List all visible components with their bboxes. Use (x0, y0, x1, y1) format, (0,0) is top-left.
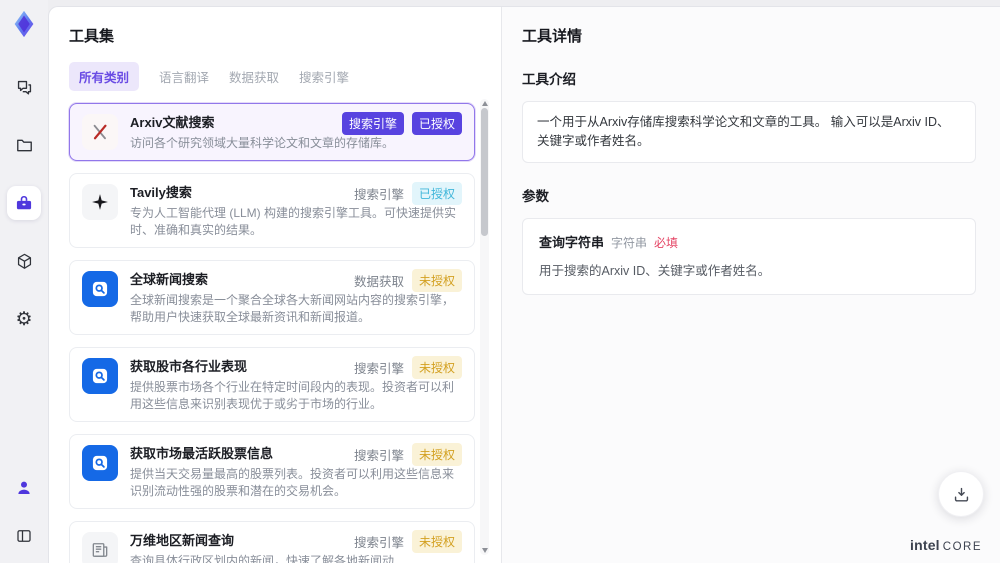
arxiv-icon (82, 114, 118, 150)
tool-name: 获取市场最活跃股票信息 (130, 446, 274, 462)
param-type: 字符串 (611, 235, 648, 250)
settings-icon[interactable]: ⚙ (7, 302, 41, 336)
blue-search-icon (82, 358, 118, 395)
tool-description: 全球新闻搜索是一个聚合全球各大新闻网站内容的搜索引擎，帮助用户快速获取全球最新资… (130, 293, 455, 325)
tool-list-panel: 工具集 所有类别 语言翻译 数据获取 搜索引擎 Arxiv文献搜索 搜索引擎 已授权 访问各… (49, 7, 501, 563)
tool-description: 提供当天交易量最高的股票列表。投资者可以利用这些信息来识别流动性强的股票和潜在的… (130, 467, 455, 499)
category-label: 搜索引擎 (353, 536, 404, 551)
status-badge: 未授权 (411, 269, 462, 293)
user-avatar-icon[interactable] (7, 471, 41, 505)
tool-list: Arxiv文献搜索 搜索引擎 已授权 访问各个研究领域大量科学论文和文章的存储库。 Ta… (69, 103, 475, 563)
blue-search-icon (82, 271, 118, 308)
category-tab[interactable]: 所有类别 (69, 62, 140, 91)
tool-name: Tavily搜索 (130, 185, 192, 201)
tool-badges: 搜索引擎 已授权 (353, 182, 462, 206)
params-heading: 参数 (522, 188, 549, 204)
brand-core-text: core (942, 541, 982, 553)
tool-card[interactable]: Tavily搜索 搜索引擎 已授权 专为人工智能代理 (LLM) 构建的搜索引擎工具。… (69, 173, 475, 249)
param-required-label: 必填 (654, 235, 679, 250)
tool-name: 获取股市各行业表现 (130, 359, 248, 375)
status-badge: 未授权 (411, 443, 462, 467)
tool-name: Arxiv文献搜索 (130, 115, 215, 130)
tool-badges: 搜索引擎 未授权 (353, 356, 462, 380)
app-window: ⚙ 工具集 所有类别 语言翻译 数据获取 搜索引擎 Arxiv文献搜索 搜索引擎 已授权访… (0, 0, 1000, 563)
param-name: 查询字符串 (539, 234, 605, 250)
intro-heading: 工具介绍 (522, 72, 576, 87)
tool-card[interactable]: 获取股市各行业表现 搜索引擎 未授权 提供股票市场各个行业在特定时间段内的表现。投资者… (69, 347, 475, 423)
category-badge: 搜索引擎 (341, 112, 404, 135)
tool-description: 提供股票市场各个行业在特定时间段内的表现。投资者可以利用这些信息来识别表现优于或… (130, 380, 455, 412)
panel-toggle-icon[interactable] (7, 519, 41, 553)
app-logo-icon (8, 8, 40, 40)
main-content: 工具集 所有类别 语言翻译 数据获取 搜索引擎 Arxiv文献搜索 搜索引擎 已授权 访问各… (48, 6, 1000, 563)
status-badge: 已授权 (411, 182, 462, 206)
scrollbar[interactable] (480, 99, 489, 555)
tavily-icon (82, 184, 118, 221)
category-label: 搜索引擎 (353, 188, 404, 203)
tool-detail-panel: 工具详情 工具介绍 一个用于从Arxiv存储库搜索科学论文和文章的工具。 输入可… (501, 7, 1000, 563)
page-title: 工具集 (69, 28, 115, 45)
toolbox-icon[interactable] (7, 186, 41, 220)
blue-search-icon (82, 445, 118, 482)
tool-badges: 搜索引擎 未授权 (353, 530, 462, 554)
tool-card[interactable]: 万维地区新闻查询 搜索引擎 未授权 查询具体行政区划内的新闻，快速了解各地新闻动 (69, 521, 475, 563)
category-tabs: 所有类别 语言翻译 数据获取 搜索引擎 (69, 62, 475, 91)
newspaper-icon (82, 532, 118, 563)
category-tab[interactable]: 语言翻译 (159, 62, 209, 91)
intel-core-logo: intel core (910, 537, 982, 553)
tool-description: 专为人工智能代理 (LLM) 构建的搜索引擎工具。可快速提供实时、准确和真实的结… (130, 206, 457, 238)
scrollbar-thumb[interactable] (481, 108, 488, 236)
folder-icon[interactable] (7, 128, 41, 162)
category-label: 搜索引擎 (353, 449, 404, 464)
scroll-down-icon[interactable] (481, 548, 488, 553)
tool-intro-text: 一个用于从Arxiv存储库搜索科学论文和文章的工具。 输入可以是Arxiv ID… (522, 101, 976, 163)
chat-icon[interactable] (7, 70, 41, 104)
category-tab[interactable]: 搜索引擎 (299, 62, 349, 91)
sidebar-nav: ⚙ (7, 70, 41, 336)
param-card: 查询字符串 字符串 必填用于搜索的Arxiv ID、关键字或作者姓名。 (522, 217, 976, 295)
category-label: 数据获取 (353, 275, 404, 290)
tool-name: 全球新闻搜索 (130, 272, 209, 288)
cube-icon[interactable] (7, 244, 41, 278)
tool-badges: 数据获取 未授权 (353, 269, 462, 293)
sidebar-bottom (7, 471, 41, 553)
tool-badges: 搜索引擎 未授权 (353, 443, 462, 467)
detail-title: 工具详情 (522, 28, 583, 45)
category-tab[interactable]: 数据获取 (229, 62, 279, 91)
param-description: 用于搜索的Arxiv ID、关键字或作者姓名。 (539, 263, 771, 278)
download-icon (954, 487, 968, 502)
scroll-up-icon[interactable] (481, 101, 488, 106)
category-label: 搜索引擎 (353, 362, 404, 377)
tool-card[interactable]: Arxiv文献搜索 搜索引擎 已授权 访问各个研究领域大量科学论文和文章的存储库。 (69, 103, 475, 162)
download-button[interactable] (938, 471, 984, 517)
tool-card[interactable]: 获取市场最活跃股票信息 搜索引擎 未授权 提供当天交易量最高的股票列表。投资者可以利用… (69, 434, 475, 510)
tool-badges: 搜索引擎 已授权 (341, 112, 462, 135)
param-list: 查询字符串 字符串 必填用于搜索的Arxiv ID、关键字或作者姓名。 (522, 217, 976, 295)
tool-description: 查询具体行政区划内的新闻，快速了解各地新闻动 (130, 554, 395, 563)
sidebar: ⚙ (0, 0, 48, 563)
status-badge: 未授权 (411, 530, 462, 554)
tool-description: 访问各个研究领域大量科学论文和文章的存储库。 (130, 136, 395, 150)
brand-intel-text: intel (909, 537, 940, 553)
status-badge: 未授权 (411, 356, 462, 380)
status-badge: 已授权 (411, 112, 462, 135)
tool-name: 万维地区新闻查询 (130, 533, 235, 549)
tool-card[interactable]: 全球新闻搜索 数据获取 未授权 全球新闻搜索是一个聚合全球各大新闻网站内容的搜索引擎，… (69, 260, 475, 336)
